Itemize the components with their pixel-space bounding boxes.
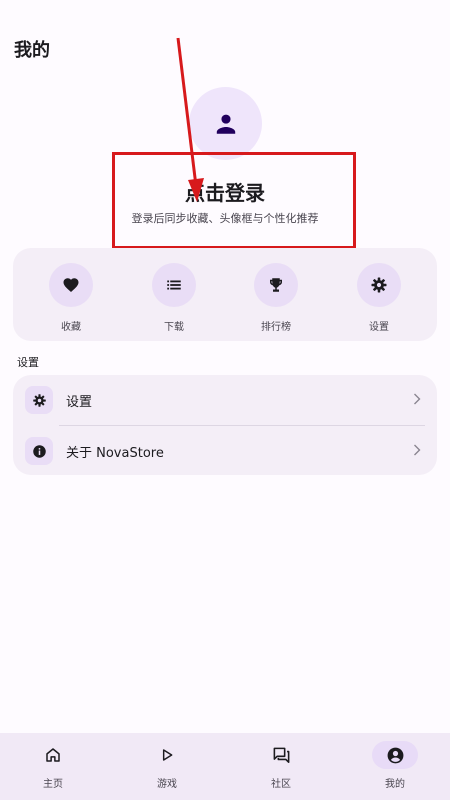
quick-action-label: 排行榜	[261, 322, 291, 333]
settings-row-about[interactable]: 关于 NovaStore	[13, 426, 437, 476]
nav-label: 我的	[385, 779, 405, 790]
quick-action-icon-wrap	[357, 263, 401, 307]
settings-row-settings[interactable]: 设置	[13, 375, 437, 425]
nav-pill	[258, 741, 304, 769]
quick-action-icon-wrap	[152, 263, 196, 307]
quick-action-ranking[interactable]: 排行榜	[236, 263, 316, 333]
page-title: 我的	[14, 40, 50, 61]
nav-pill-active	[372, 741, 418, 769]
nav-label: 主页	[43, 779, 63, 790]
login-title[interactable]: 点击登录	[0, 177, 450, 206]
avatar[interactable]	[189, 87, 262, 160]
bottom-nav: 主页 游戏 社区 我的	[0, 733, 450, 800]
settings-card: 设置 关于 NovaStore	[13, 375, 437, 475]
quick-action-icon-wrap	[49, 263, 93, 307]
account-icon	[387, 747, 403, 763]
quick-action-label: 下载	[164, 322, 184, 333]
nav-label: 游戏	[157, 779, 177, 790]
quick-action-settings[interactable]: 设置	[339, 263, 419, 333]
nav-item-me[interactable]: 我的	[355, 741, 435, 790]
nav-pill	[144, 741, 190, 769]
person-icon	[216, 114, 235, 134]
nav-label: 社区	[271, 779, 291, 790]
gear-icon	[371, 277, 387, 293]
quick-action-downloads[interactable]: 下载	[134, 263, 214, 333]
nav-item-home[interactable]: 主页	[13, 741, 93, 790]
quick-actions-card: 收藏 下载 排行榜 设置	[13, 248, 437, 341]
gear-icon	[32, 393, 46, 407]
row-icon-wrap	[25, 386, 53, 414]
forum-icon	[273, 747, 289, 763]
home-icon	[46, 748, 60, 762]
row-label: 设置	[66, 394, 93, 410]
list-icon	[167, 280, 181, 290]
section-label-settings: 设置	[17, 356, 39, 369]
play-icon	[162, 749, 173, 761]
quick-action-label: 收藏	[61, 322, 81, 333]
login-subtitle: 登录后同步收藏、头像框与个性化推荐	[131, 212, 319, 225]
trophy-icon	[270, 278, 282, 292]
quick-action-favorites[interactable]: 收藏	[31, 263, 111, 333]
chevron-right-icon	[414, 444, 421, 456]
heart-icon	[63, 278, 79, 293]
row-label: 关于 NovaStore	[66, 445, 164, 461]
nav-item-community[interactable]: 社区	[241, 741, 321, 790]
nav-item-games[interactable]: 游戏	[127, 741, 207, 790]
info-icon	[32, 444, 46, 458]
quick-action-icon-wrap	[254, 263, 298, 307]
row-icon-wrap	[25, 437, 53, 465]
quick-action-label: 设置	[369, 322, 389, 333]
chevron-right-icon	[414, 393, 421, 405]
nav-pill	[30, 741, 76, 769]
